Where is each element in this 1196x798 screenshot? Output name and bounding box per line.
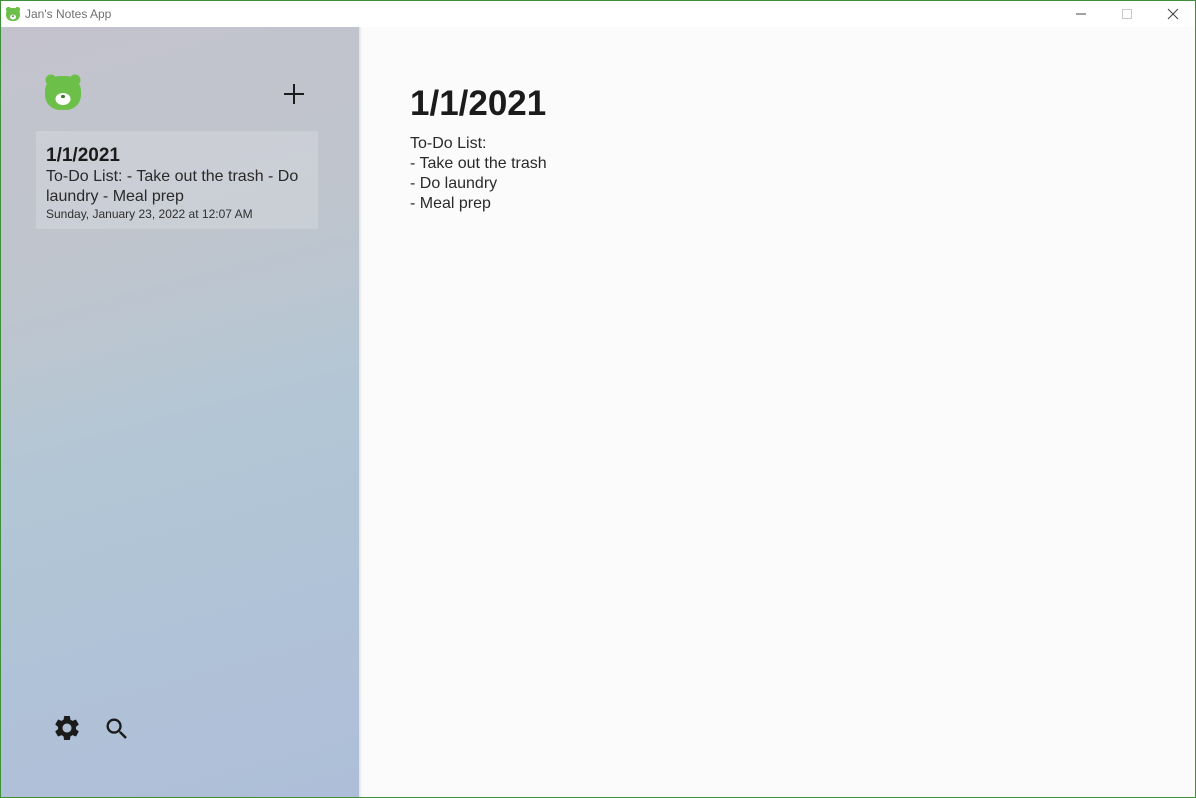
note-title[interactable]: 1/1/2021 — [410, 84, 546, 124]
note-line: - Take out the trash — [410, 155, 547, 172]
maximize-button[interactable] — [1104, 1, 1150, 27]
note-item-date: Sunday, January 23, 2022 at 12:07 AM — [46, 207, 253, 221]
note-line: - Meal prep — [410, 195, 491, 212]
add-note-button[interactable] — [280, 80, 308, 108]
plus-icon — [284, 84, 304, 104]
search-icon — [106, 718, 127, 739]
maximize-icon — [1122, 9, 1132, 19]
bear-app-icon — [5, 6, 21, 21]
note-body[interactable]: To-Do List: - Take out the trash - Do la… — [410, 134, 547, 214]
gear-icon — [55, 716, 79, 740]
search-button[interactable] — [103, 715, 131, 743]
minimize-icon — [1076, 13, 1086, 15]
minimize-button[interactable] — [1058, 1, 1104, 27]
close-icon — [1167, 8, 1179, 20]
sidebar: 1/1/2021 To-Do List: - Take out the tras… — [1, 27, 359, 797]
window-title: Jan's Notes App — [25, 7, 112, 21]
close-button[interactable] — [1150, 1, 1195, 27]
note-editor[interactable]: 1/1/2021 To-Do List: - Take out the tras… — [362, 27, 1195, 797]
note-line: To-Do List: — [410, 135, 487, 152]
note-item-title: 1/1/2021 — [46, 145, 120, 166]
note-item-preview: To-Do List: - Take out the trash - Do la… — [46, 168, 299, 205]
note-list-item[interactable]: 1/1/2021 To-Do List: - Take out the tras… — [36, 131, 318, 229]
title-bar[interactable]: Jan's Notes App — [1, 1, 1195, 27]
bear-logo-icon — [45, 74, 81, 110]
settings-button[interactable] — [52, 713, 82, 743]
note-line: - Do laundry — [410, 175, 498, 192]
app-window: Jan's Notes App 1/1/2021 To-Do List: - T… — [0, 0, 1196, 798]
